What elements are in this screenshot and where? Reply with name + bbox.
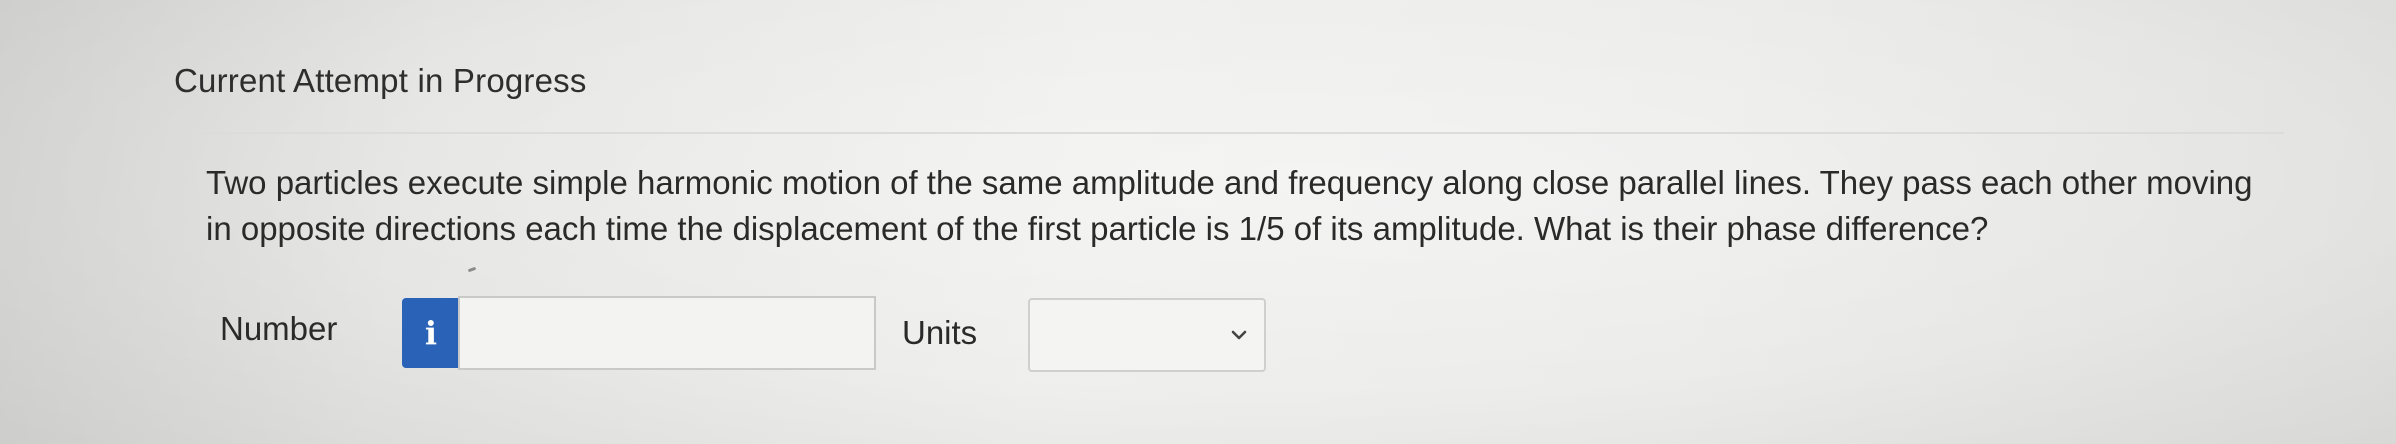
info-icon: i bbox=[424, 314, 438, 352]
chevron-down-icon bbox=[1231, 330, 1247, 340]
units-label: Units bbox=[902, 314, 978, 351]
info-button[interactable]: i bbox=[402, 298, 460, 368]
number-input[interactable] bbox=[458, 296, 876, 370]
section-divider bbox=[174, 132, 2284, 134]
units-dropdown[interactable] bbox=[1028, 298, 1266, 372]
cursor-mark bbox=[467, 266, 477, 273]
number-label: Number bbox=[220, 310, 338, 347]
question-text: Two particles execute simple harmonic mo… bbox=[206, 164, 2253, 247]
attempt-status-title: Current Attempt in Progress bbox=[174, 62, 587, 99]
answer-row: Number i Units bbox=[220, 296, 1420, 372]
